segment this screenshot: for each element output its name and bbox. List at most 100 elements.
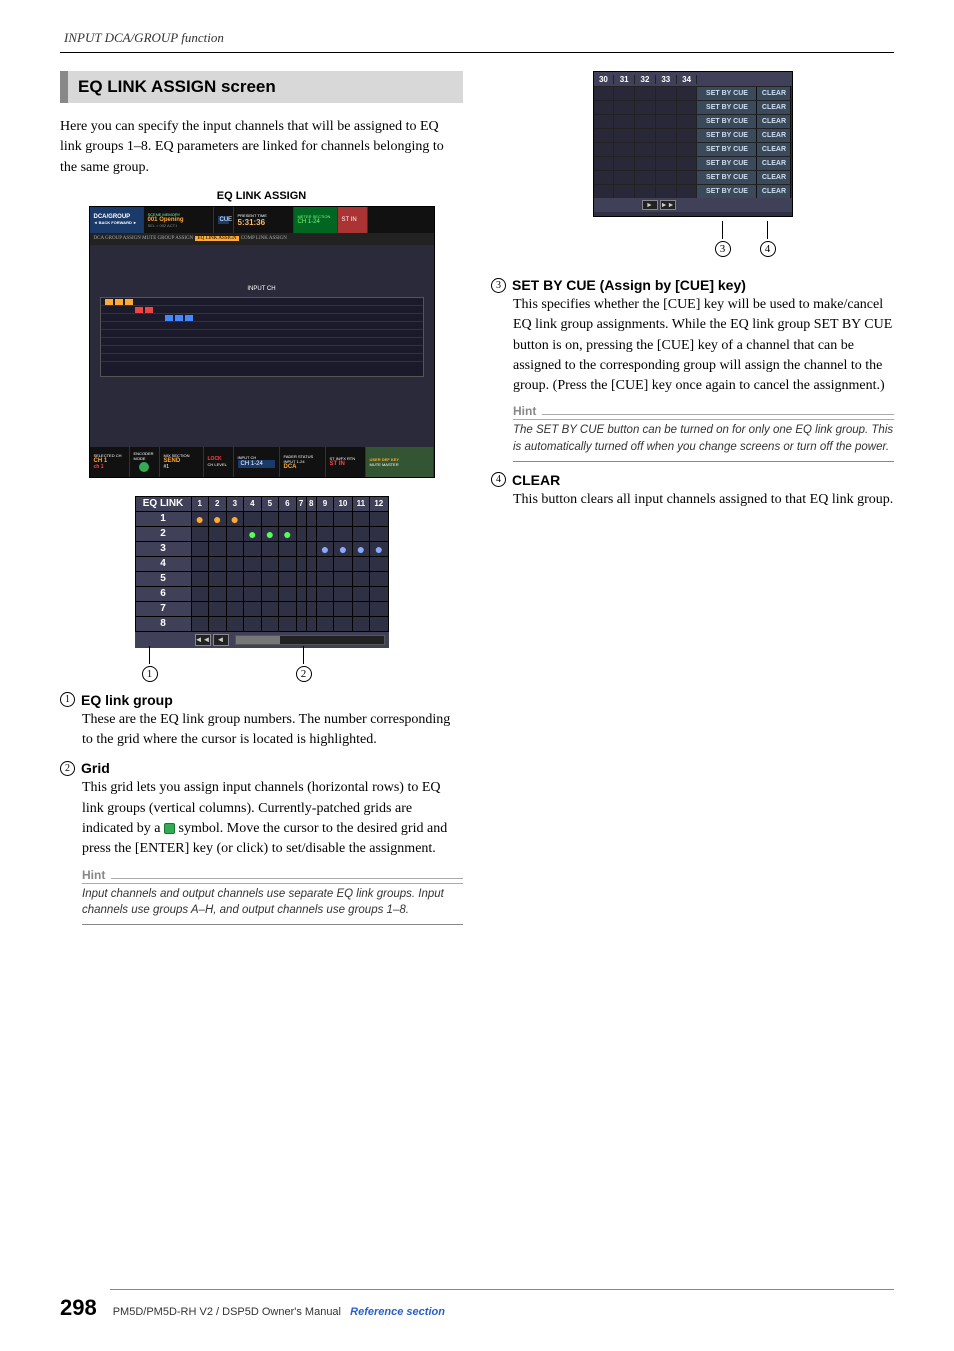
hint-right-label-text: Hint	[513, 404, 536, 418]
hint-left-body: Input channels and output channels use s…	[82, 886, 463, 925]
detail-row-8: 8	[135, 616, 191, 631]
page-number: 298	[60, 1295, 97, 1321]
ss-tab-dca[interactable]: DCA GROUP ASSIGN	[94, 236, 141, 241]
detail-scroll-thumb[interactable]	[236, 636, 280, 644]
ss-ch-small: ch 1	[94, 464, 125, 470]
sr-col-30: 30	[594, 75, 615, 84]
callout-line-3	[722, 221, 723, 239]
ss-tab-comp[interactable]: COMP LINK ASSIGN	[241, 236, 287, 241]
hint-right-label: Hint	[513, 404, 894, 420]
detail-row-6: 6	[135, 586, 191, 601]
sr-set-1[interactable]: SET BY CUE	[697, 87, 757, 100]
item-3-body: This specifies whether the [CUE] key wil…	[513, 295, 894, 396]
detail-row-2: 2	[135, 526, 191, 541]
item-1-heading: 1 EQ link group	[60, 692, 463, 708]
callout-line-1	[149, 646, 150, 664]
ss-stin-val[interactable]: ST IN	[330, 461, 361, 467]
ss-bottombar: SELECTED CH CH 1 ch 1 ENCODER MODE MIX S…	[90, 447, 434, 477]
left-column: EQ LINK ASSIGN screen Here you can speci…	[60, 71, 463, 935]
ss-nav-back[interactable]: ◄ BACK	[94, 220, 111, 225]
ss-mutemaster[interactable]: MUTE MASTER	[370, 462, 429, 467]
detail-scroll-track[interactable]	[235, 635, 385, 645]
detail-leftcol-label: EQ LINK	[135, 496, 191, 511]
sr-scroll-fwd1[interactable]: ►	[642, 200, 658, 210]
sr-rows: SET BY CUECLEAR SET BY CUECLEAR SET BY C…	[594, 86, 792, 198]
detail-screenshot-figure: EQ LINK 1 2 3 4 5 6 7 8 9 10 11	[60, 496, 463, 674]
item-1-title: EQ link group	[81, 692, 173, 708]
item-2-body: This grid lets you assign input channels…	[82, 778, 463, 859]
sr-set-4[interactable]: SET BY CUE	[697, 129, 757, 142]
sr-clear-8[interactable]: CLEAR	[757, 185, 791, 198]
main-screenshot-caption: EQ LINK ASSIGN	[60, 190, 463, 202]
callout-line-4	[767, 221, 768, 239]
detail-screenshot: EQ LINK 1 2 3 4 5 6 7 8 9 10 11	[135, 496, 389, 674]
detail-grid-table[interactable]: EQ LINK 1 2 3 4 5 6 7 8 9 10 11	[135, 496, 389, 632]
sr-clear-6[interactable]: CLEAR	[757, 157, 791, 170]
detail-scroll-back2[interactable]: ◄◄	[195, 634, 211, 646]
ss-scene-sub: SEL > 002 ACT1	[148, 223, 209, 228]
detail-row-4: 4	[135, 556, 191, 571]
main-screenshot-figure: EQ LINK ASSIGN DCA/GROUP ◄ BACK FORWARD …	[60, 190, 463, 478]
ss-tab-eqlink[interactable]: EQ LINK ASSIGN	[195, 236, 240, 241]
ss-meter-ch[interactable]: CH 1-24	[298, 219, 333, 225]
sr-clear-4[interactable]: CLEAR	[757, 129, 791, 142]
detail-scroll-back1[interactable]: ◄	[213, 634, 229, 646]
sr-col-33: 33	[656, 75, 677, 84]
section-title-box: EQ LINK ASSIGN screen	[60, 71, 463, 103]
callout-line-2	[303, 646, 304, 664]
item-4-num: 4	[491, 472, 506, 487]
item-2-heading: 2 Grid	[60, 760, 463, 776]
detail-col-8: 8	[306, 496, 316, 511]
callout-2: 2	[296, 666, 312, 682]
sr-set-8[interactable]: SET BY CUE	[697, 185, 757, 198]
detail-col-6: 6	[279, 496, 297, 511]
running-header: INPUT DCA/GROUP function	[60, 30, 894, 46]
ss-grid[interactable]: INPUT CH	[100, 297, 424, 377]
sr-set-2[interactable]: SET BY CUE	[697, 101, 757, 114]
sr-set-3[interactable]: SET BY CUE	[697, 115, 757, 128]
sr-scroll: ► ►►	[594, 198, 792, 212]
ss-tabs: DCA GROUP ASSIGN MUTE GROUP ASSIGN EQ LI…	[90, 233, 434, 245]
ss-chlevel-label[interactable]: CH LEVEL	[208, 462, 229, 467]
sr-clear-2[interactable]: CLEAR	[757, 101, 791, 114]
detail-col-1: 1	[191, 496, 209, 511]
detail-col-3: 3	[226, 496, 244, 511]
sr-set-7[interactable]: SET BY CUE	[697, 171, 757, 184]
detail-row-7: 7	[135, 601, 191, 616]
page-footer: 298 PM5D/PM5D-RH V2 / DSP5D Owner's Manu…	[60, 1295, 894, 1321]
intro-paragraph: Here you can specify the input channels …	[60, 117, 463, 178]
sr-clear-5[interactable]: CLEAR	[757, 143, 791, 156]
hint-left-label: Hint	[82, 868, 463, 884]
detail-col-10: 10	[334, 496, 352, 511]
sr-clear-1[interactable]: CLEAR	[757, 87, 791, 100]
callout-1: 1	[142, 666, 158, 682]
ss-encoder-knob-icon[interactable]	[139, 462, 149, 472]
sr-col-32: 32	[635, 75, 656, 84]
ss-send-num: #1	[164, 464, 199, 470]
item-4-body: This button clears all input channels as…	[513, 490, 894, 510]
sr-clear-3[interactable]: CLEAR	[757, 115, 791, 128]
ss-meter-stin[interactable]: ST IN	[342, 217, 363, 223]
right-column: 30 31 32 33 34 SET BY CUECLEAR SET BY CU…	[491, 71, 894, 935]
item-2-num: 2	[60, 761, 75, 776]
detail-col-12: 12	[370, 496, 388, 511]
detail-scroll-row: ◄◄ ◄	[135, 632, 389, 648]
ss-nav-fwd[interactable]: FORWARD ►	[111, 220, 137, 225]
footer-section: Reference section	[350, 1306, 445, 1318]
sr-scroll-fwd2[interactable]: ►►	[660, 200, 676, 210]
ss-cue-label[interactable]: CUE	[218, 216, 229, 224]
ss-input-ch[interactable]: CH 1-24	[238, 460, 275, 468]
ss-fader-b[interactable]: DCA	[284, 464, 321, 470]
item-1-num: 1	[60, 692, 75, 707]
detail-row-5: 5	[135, 571, 191, 586]
detail-row-3: 3	[135, 541, 191, 556]
ss-time-value: 5:31:36	[238, 218, 289, 227]
header-rule	[60, 52, 894, 53]
sr-clear-7[interactable]: CLEAR	[757, 171, 791, 184]
ss-tab-mute[interactable]: MUTE GROUP ASSIGN	[142, 236, 193, 241]
main-screenshot: DCA/GROUP ◄ BACK FORWARD ► SCENE MEMORY …	[89, 206, 435, 478]
item-4-title: CLEAR	[512, 472, 560, 488]
patched-symbol-icon	[164, 823, 175, 834]
sr-set-5[interactable]: SET BY CUE	[697, 143, 757, 156]
sr-set-6[interactable]: SET BY CUE	[697, 157, 757, 170]
